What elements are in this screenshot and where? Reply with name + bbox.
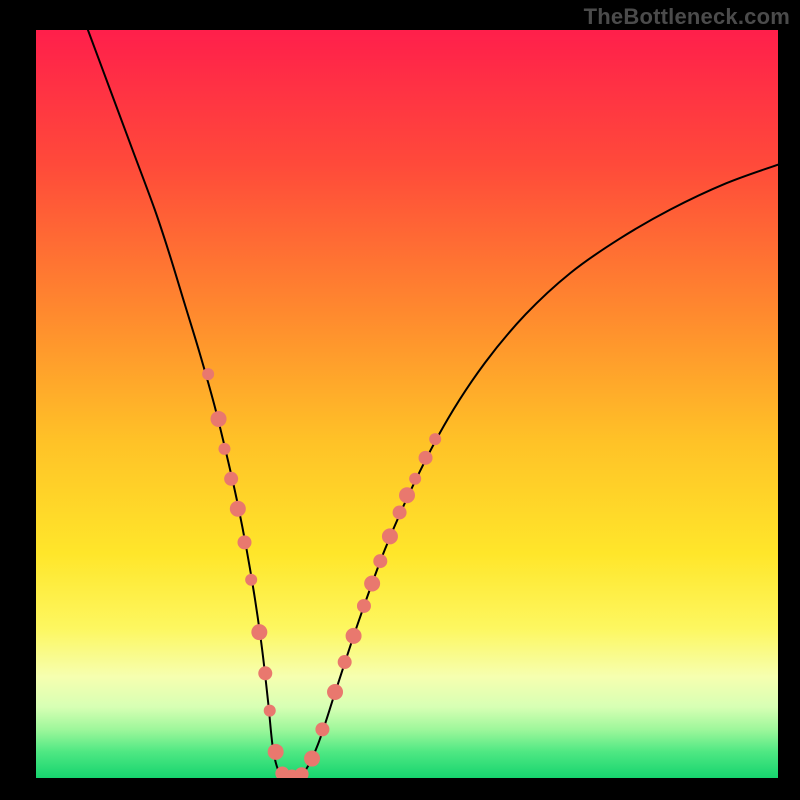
- curve-marker: [304, 751, 320, 767]
- curve-marker: [218, 443, 230, 455]
- curve-marker: [202, 368, 214, 380]
- curve-marker: [268, 744, 284, 760]
- curve-marker: [382, 528, 398, 544]
- plot-background: [36, 30, 778, 778]
- curve-marker: [429, 433, 441, 445]
- curve-marker: [211, 411, 227, 427]
- curve-marker: [364, 576, 380, 592]
- curve-marker: [357, 599, 371, 613]
- curve-marker: [315, 722, 329, 736]
- curve-marker: [409, 473, 421, 485]
- bottleneck-chart: [0, 0, 800, 800]
- curve-marker: [419, 451, 433, 465]
- chart-stage: TheBottleneck.com: [0, 0, 800, 800]
- curve-marker: [346, 628, 362, 644]
- curve-marker: [224, 472, 238, 486]
- watermark-text: TheBottleneck.com: [584, 4, 790, 30]
- curve-marker: [230, 501, 246, 517]
- curve-marker: [399, 487, 415, 503]
- curve-marker: [238, 535, 252, 549]
- curve-marker: [245, 574, 257, 586]
- curve-marker: [393, 505, 407, 519]
- curve-marker: [327, 684, 343, 700]
- curve-marker: [338, 655, 352, 669]
- curve-marker: [251, 624, 267, 640]
- curve-marker: [295, 767, 309, 781]
- curve-marker: [264, 705, 276, 717]
- curve-marker: [258, 666, 272, 680]
- curve-marker: [373, 554, 387, 568]
